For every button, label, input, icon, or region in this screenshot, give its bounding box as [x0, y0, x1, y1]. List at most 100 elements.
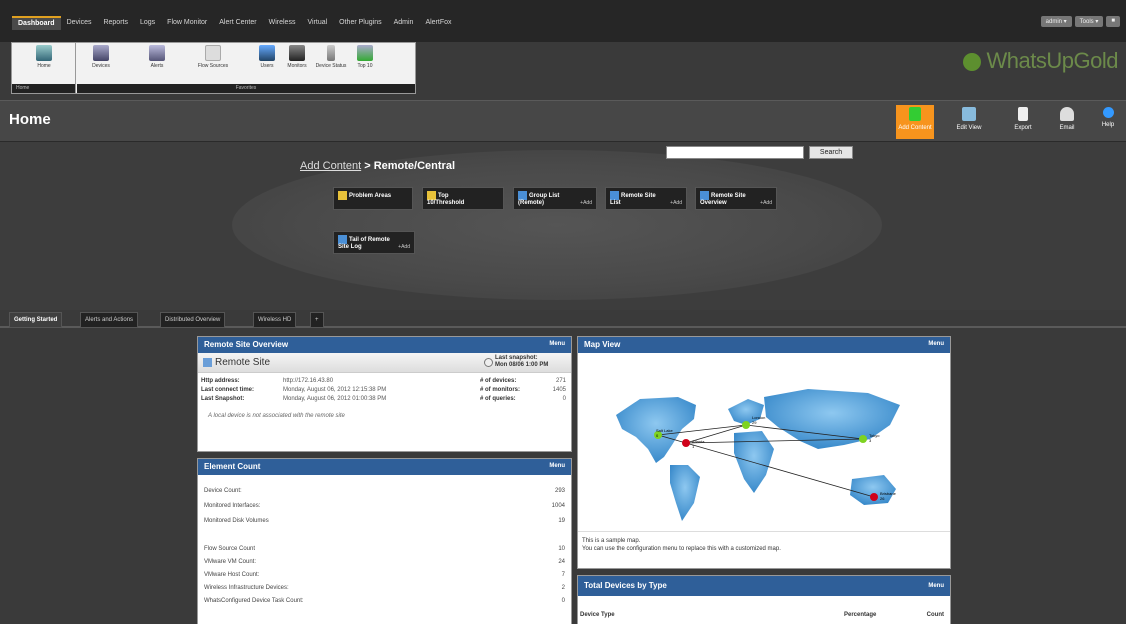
page-title: Home [9, 111, 51, 128]
tab-wireless-hd[interactable]: Wireless HD [253, 312, 297, 328]
breadcrumb-add-content-link[interactable]: Add Content [300, 160, 361, 172]
count-label: VMware VM Count: [204, 559, 257, 565]
panel-body: Remote Site Last snapshot: Mon 08/06 1:00… [198, 353, 571, 451]
column-percentage[interactable]: Percentage [844, 612, 876, 618]
export-button[interactable]: Export [1004, 105, 1042, 139]
snapshot-value: Mon 08/06 1:00 PM [495, 362, 549, 368]
card-tail-remote-site-log[interactable]: Tail of Remote Site Log +Add [333, 231, 415, 254]
column-device-type[interactable]: Device Type [580, 612, 615, 618]
count-row: WhatsConfigured Device Task Count: 0 [198, 597, 571, 606]
more-icon[interactable]: ■ [1106, 16, 1120, 27]
status-up-icon [859, 435, 867, 443]
add-content-label: Add Content [898, 125, 932, 131]
tab-add[interactable]: + [310, 312, 324, 328]
card-remote-site-list[interactable]: Remote Site List +Add [605, 187, 687, 210]
menu-logs[interactable]: Logs [134, 16, 161, 30]
edit-view-button[interactable]: Edit View [950, 105, 988, 139]
card-top10-threshold[interactable]: Top 10/Threshold [422, 187, 504, 210]
site-header: Remote Site Last snapshot: Mon 08/06 1:00… [198, 353, 571, 373]
card-title: Top [438, 193, 449, 200]
breadcrumb: Add Content > Remote/Central [300, 160, 455, 172]
site-marker-atlanta[interactable]: Atlanta 1 [682, 439, 704, 449]
panel-menu[interactable]: Menu [928, 583, 944, 589]
menu-alert-center[interactable]: Alert Center [213, 16, 262, 30]
ribbon-flow-sources-button[interactable]: Flow Sources [197, 45, 229, 69]
stat-label: # of devices: [480, 378, 517, 384]
menu-reports[interactable]: Reports [97, 16, 134, 30]
panel-header: Map View Menu [578, 337, 950, 353]
menu-other-plugins[interactable]: Other Plugins [333, 16, 387, 30]
search-button[interactable]: Search [809, 146, 853, 159]
tools-menu[interactable]: Tools ▾ [1074, 16, 1104, 27]
tab-distributed-overview[interactable]: Distributed Overview [160, 312, 226, 328]
site-count: 26 [880, 496, 885, 501]
add-content-button[interactable]: Add Content [896, 105, 934, 139]
menu-devices[interactable]: Devices [61, 16, 98, 30]
tab-alerts-and-actions[interactable]: Alerts and Actions [80, 312, 139, 328]
edit-icon [962, 107, 976, 121]
ribbon-home-button[interactable]: Home [28, 45, 60, 69]
card-add-link[interactable]: +Add [398, 244, 410, 250]
site-label: London 29 [752, 415, 765, 425]
site-fields: Http address: http://172.16.43.80 Last co… [201, 377, 481, 404]
column-count[interactable]: Count [927, 612, 944, 618]
ribbon-flow-sources-label: Flow Sources [197, 63, 229, 69]
email-button[interactable]: Email [1048, 105, 1086, 139]
breadcrumb-separator: > [361, 160, 374, 172]
site-marker-salt-lake[interactable]: Salt Lake 0 [654, 428, 673, 441]
stat-value: 1405 [552, 387, 566, 393]
ribbon-monitors-button[interactable]: Monitors [281, 45, 313, 69]
card-add-link[interactable]: +Add [580, 200, 592, 206]
menu-dashboard[interactable]: Dashboard [12, 16, 61, 30]
card-add-link[interactable]: +Add [670, 200, 682, 206]
link-atlanta-tokyo [685, 438, 864, 444]
user-name: admin [1045, 19, 1062, 25]
ribbon-device-status-label: Device Status [315, 63, 347, 69]
panel-header: Total Devices by Type Menu [578, 576, 950, 596]
ribbon-device-status-button[interactable]: Device Status [315, 45, 347, 69]
ribbon-top10-button[interactable]: Top 10 [349, 45, 381, 69]
stat-label: # of queries: [480, 396, 516, 402]
card-subtitle: 10/Threshold [427, 200, 465, 206]
count-label: Device Count: [204, 488, 242, 494]
count-row: VMware VM Count: 24 [198, 558, 571, 567]
site-count: 0 [656, 433, 659, 438]
menu-flow-monitor[interactable]: Flow Monitor [161, 16, 213, 30]
site-marker-brisbane[interactable]: Brisbane 26 [870, 491, 896, 503]
site-links [657, 424, 875, 498]
logo-text: WhatsUpGold [986, 48, 1119, 73]
map-view-panel: Map View Menu Salt Lake 0 Atlanta 1 London 2… [577, 336, 951, 569]
menu-wireless[interactable]: Wireless [263, 16, 302, 30]
tab-getting-started[interactable]: Getting Started [9, 312, 63, 328]
menu-alertfox[interactable]: AlertFox [419, 16, 457, 30]
user-menu[interactable]: admin ▾ [1040, 16, 1072, 27]
search-input[interactable] [666, 146, 804, 159]
export-label: Export [1014, 125, 1032, 131]
site-marker-tokyo[interactable]: Tokyo 3 [859, 433, 879, 445]
panel-menu[interactable]: Menu [928, 341, 944, 347]
help-button[interactable]: Help [1092, 105, 1124, 139]
site-marker-london[interactable]: London 29 [742, 415, 765, 431]
site-count: 1 [692, 444, 695, 449]
menu-virtual[interactable]: Virtual [301, 16, 333, 30]
folder-icon [338, 191, 347, 200]
site-icon [203, 358, 212, 367]
count-value: 1004 [551, 503, 565, 509]
card-remote-site-overview[interactable]: Remote Site Overview +Add [695, 187, 777, 210]
panel-menu[interactable]: Menu [549, 463, 565, 469]
ribbon-alerts-button[interactable]: Alerts [141, 45, 173, 69]
card-problem-areas[interactable]: Problem Areas [333, 187, 413, 210]
ribbon-devices-button[interactable]: Devices [85, 45, 117, 69]
card-add-link[interactable]: +Add [760, 200, 772, 206]
menu-admin[interactable]: Admin [388, 16, 420, 30]
stat-value: 271 [555, 378, 566, 384]
count-label: WhatsConfigured Device Task Count: [204, 598, 304, 604]
field-value: http://172.16.43.80 [283, 378, 334, 384]
site-label: Salt Lake 0 [656, 428, 673, 438]
ribbon-users-button[interactable]: Users [251, 45, 283, 69]
panel-menu[interactable]: Menu [549, 341, 565, 347]
card-group-list-remote[interactable]: Group List (Remote) +Add [513, 187, 597, 210]
list-icon [610, 191, 619, 200]
element-count-panel: Element Count Menu Device Count: 293 Monit… [197, 458, 572, 624]
count-label: VMware Host Count: [204, 572, 260, 578]
